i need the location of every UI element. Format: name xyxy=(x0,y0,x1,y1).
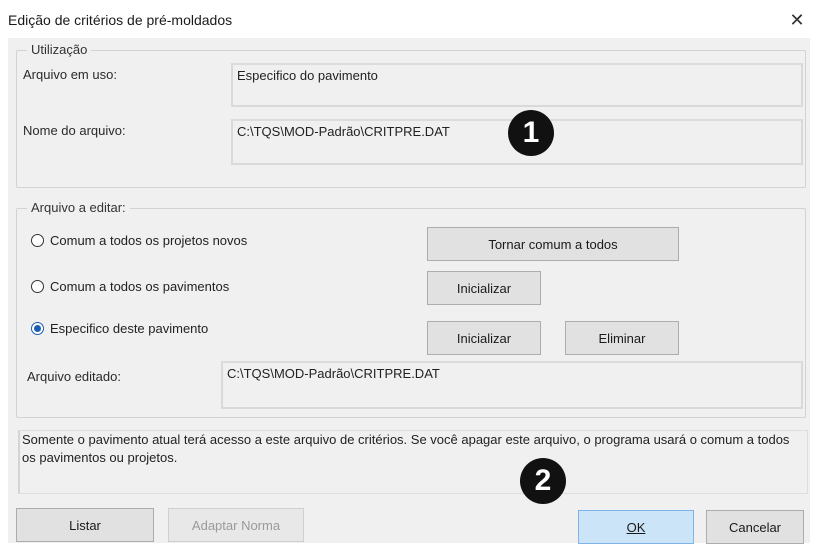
arquivo-em-uso-field: Especifico do pavimento xyxy=(231,63,803,107)
close-icon[interactable]: ✕ xyxy=(785,8,809,32)
radio-comum-pavimentos[interactable]: Comum a todos os pavimentos xyxy=(31,279,229,294)
radio-button[interactable] xyxy=(31,280,44,293)
utilizacao-group: Utilização Arquivo em uso: Especifico do… xyxy=(16,42,806,188)
radio-comum-projetos-novos[interactable]: Comum a todos os projetos novos xyxy=(31,233,247,248)
tornar-comum-button[interactable]: Tornar comum a todos xyxy=(427,227,679,261)
radio-button-selected[interactable] xyxy=(31,322,44,335)
radio-label: Especifico deste pavimento xyxy=(50,321,209,336)
radio-button[interactable] xyxy=(31,234,44,247)
ok-label: OK xyxy=(626,519,646,535)
arquivo-editado-label: Arquivo editado: xyxy=(27,369,121,384)
radio-label: Comum a todos os pavimentos xyxy=(50,279,230,294)
title-bar: Edição de critérios de pré-moldados ✕ xyxy=(0,0,817,40)
radio-especifico-pavimento[interactable]: Especifico deste pavimento xyxy=(31,321,208,336)
info-message: Somente o pavimento atual terá acesso a … xyxy=(18,430,808,494)
eliminar-button[interactable]: Eliminar xyxy=(565,321,679,355)
radio-label: Comum a todos os projetos novos xyxy=(50,233,248,248)
dialog-body: Utilização Arquivo em uso: Especifico do… xyxy=(8,38,810,544)
nome-do-arquivo-label: Nome do arquivo: xyxy=(23,123,126,138)
arquivo-editado-field: C:\TQS\MOD-Padrão\CRITPRE.DAT xyxy=(221,361,803,409)
window-title: Edição de critérios de pré-moldados xyxy=(8,12,233,28)
utilizacao-legend: Utilização xyxy=(27,42,92,57)
arquivo-em-uso-label: Arquivo em uso: xyxy=(23,67,117,82)
listar-button[interactable]: Listar xyxy=(16,508,154,542)
arquivo-a-editar-legend: Arquivo a editar: xyxy=(27,200,130,215)
inicializar-button-2[interactable]: Inicializar xyxy=(427,321,541,355)
arquivo-a-editar-group: Arquivo a editar: Comum a todos os proje… xyxy=(16,200,806,418)
cancelar-button[interactable]: Cancelar xyxy=(706,510,804,544)
callout-badge-1: 1 xyxy=(508,110,554,156)
adaptar-norma-button: Adaptar Norma xyxy=(168,508,304,542)
ok-button[interactable]: OK xyxy=(578,510,694,544)
callout-badge-2: 2 xyxy=(520,458,566,504)
inicializar-button-1[interactable]: Inicializar xyxy=(427,271,541,305)
